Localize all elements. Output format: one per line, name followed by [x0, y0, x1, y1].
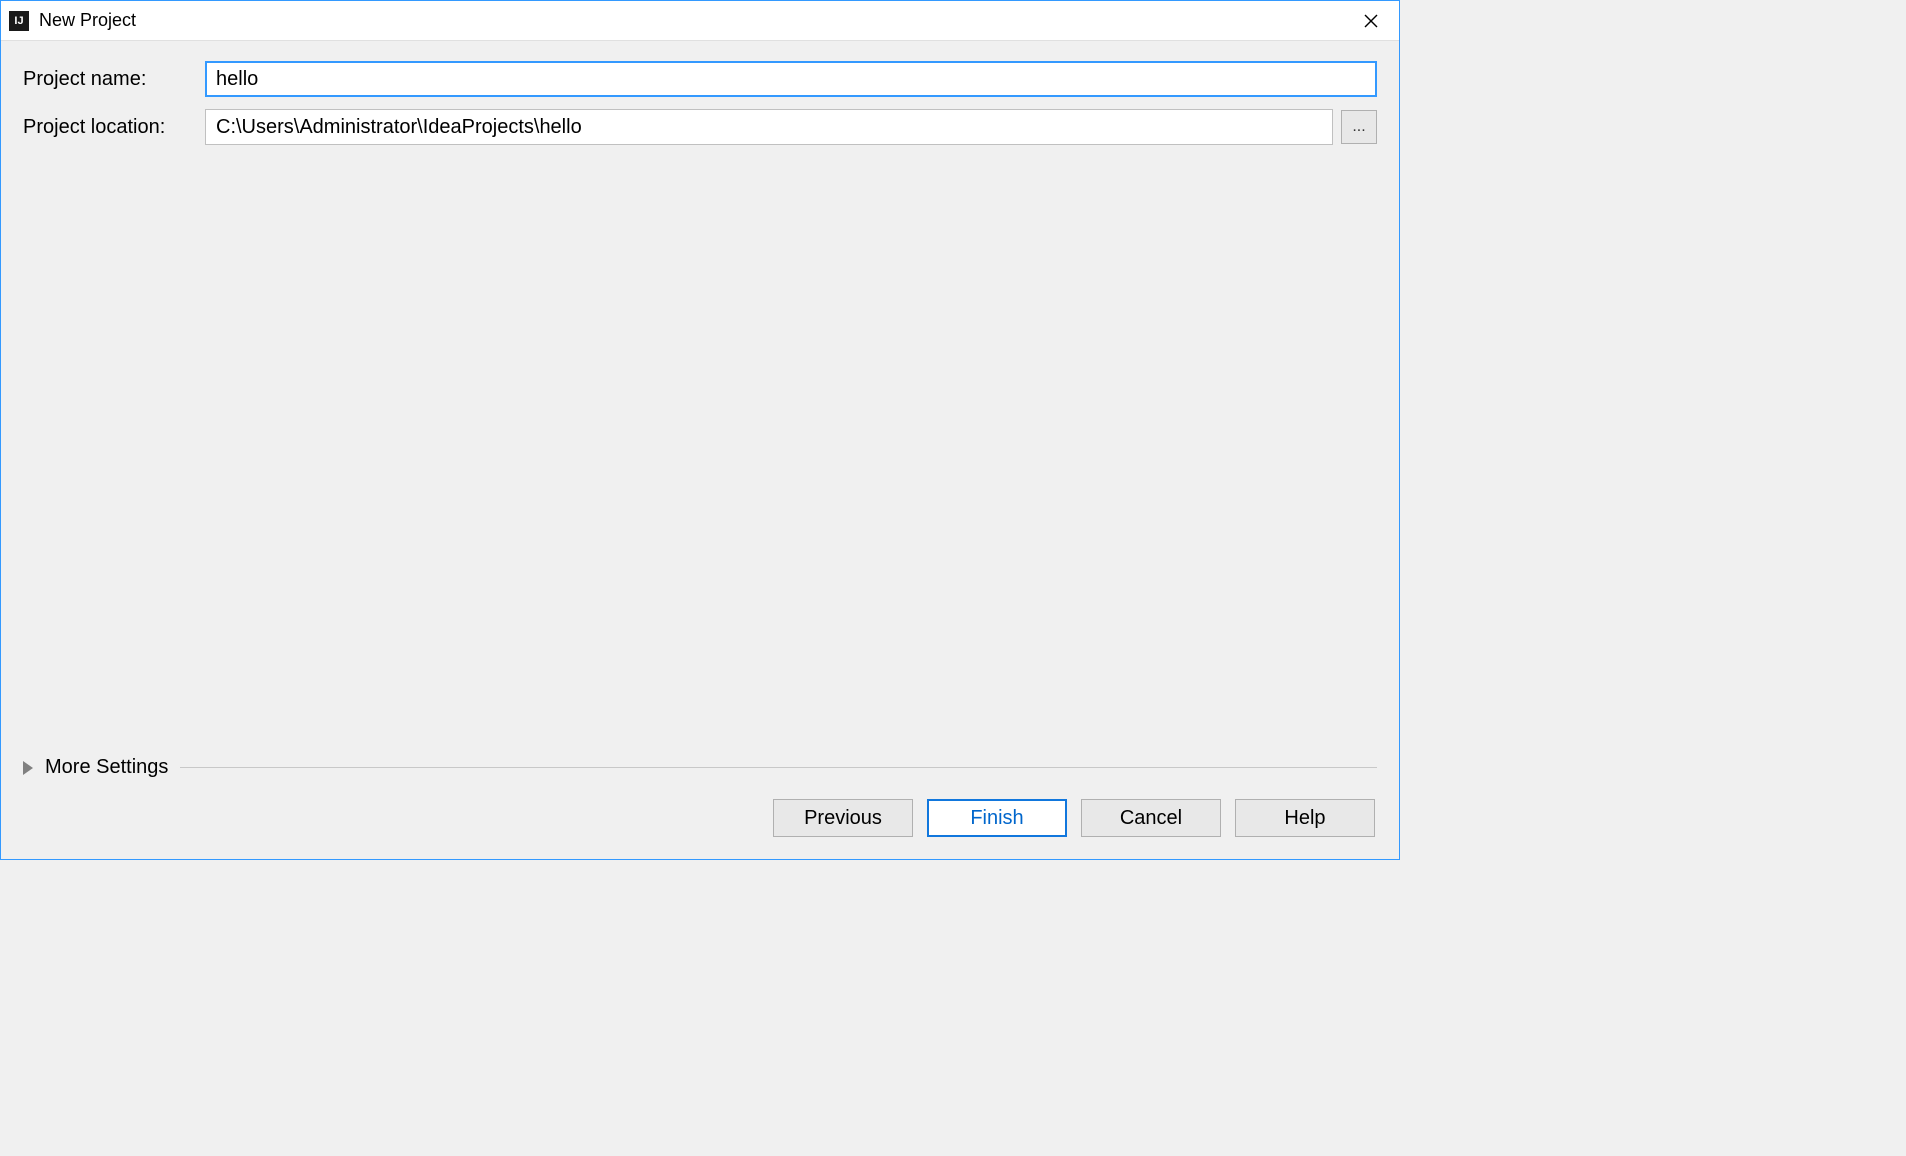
project-name-row: Project name:: [23, 61, 1377, 97]
button-row: Previous Finish Cancel Help: [23, 799, 1377, 847]
project-location-label: Project location:: [23, 116, 205, 139]
previous-button[interactable]: Previous: [773, 799, 913, 837]
more-settings-toggle[interactable]: More Settings: [23, 756, 1377, 779]
ellipsis-icon: ...: [1352, 118, 1365, 136]
cancel-button[interactable]: Cancel: [1081, 799, 1221, 837]
close-button[interactable]: [1351, 1, 1391, 41]
dialog-content: Project name: Project location: ... More…: [1, 41, 1399, 859]
titlebar: IJ New Project: [1, 1, 1399, 41]
finish-button[interactable]: Finish: [927, 799, 1067, 837]
help-button[interactable]: Help: [1235, 799, 1375, 837]
new-project-dialog: IJ New Project Project name: Project loc…: [0, 0, 1400, 860]
project-location-input[interactable]: [205, 109, 1333, 145]
intellij-icon: IJ: [14, 15, 23, 27]
more-settings-label: More Settings: [45, 756, 168, 779]
divider: [180, 767, 1377, 768]
project-name-input[interactable]: [205, 61, 1377, 97]
close-icon: [1364, 14, 1378, 28]
content-spacer: [23, 157, 1377, 756]
app-icon: IJ: [9, 11, 29, 31]
project-location-row: Project location: ...: [23, 109, 1377, 145]
project-name-label: Project name:: [23, 68, 205, 91]
expand-right-icon: [23, 761, 33, 775]
browse-button[interactable]: ...: [1341, 110, 1377, 144]
window-title: New Project: [39, 10, 1351, 31]
